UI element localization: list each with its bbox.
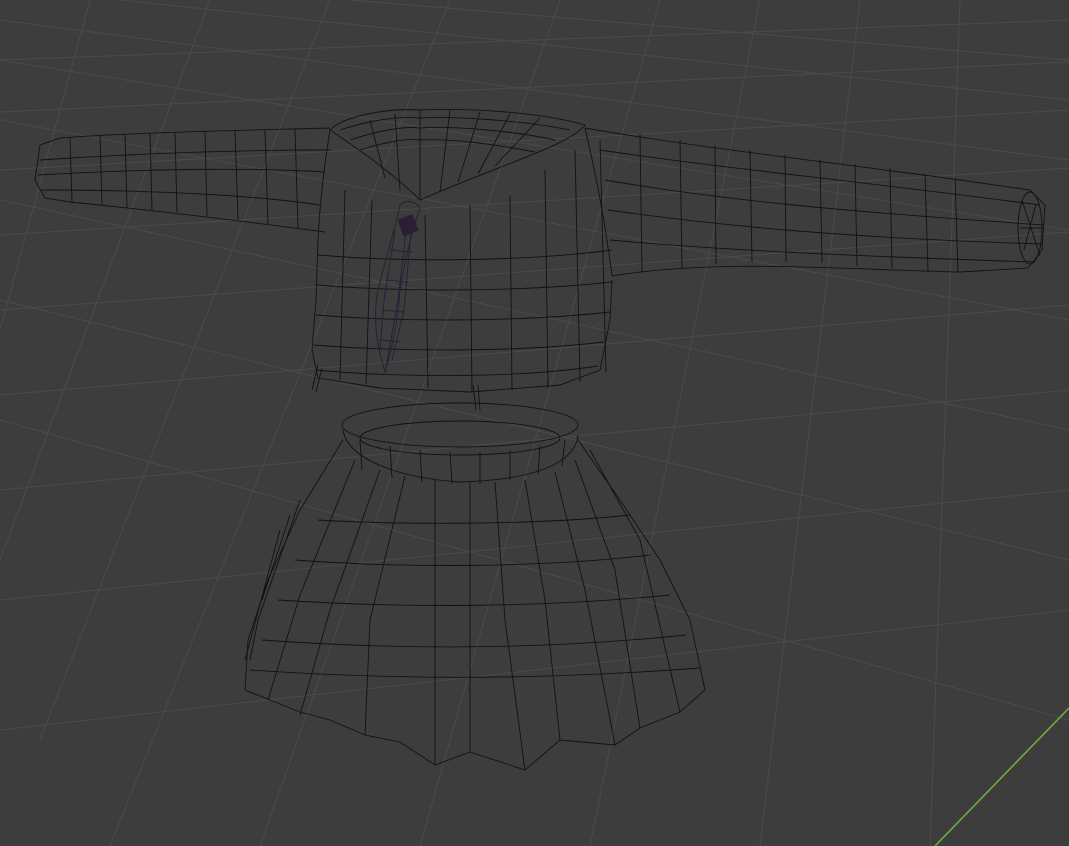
3d-viewport[interactable] xyxy=(0,0,1069,846)
pleated-skirt-mesh[interactable] xyxy=(244,402,706,771)
floor-grid xyxy=(0,0,1069,846)
neck-scarf-mesh[interactable] xyxy=(375,201,421,374)
y-axis-line xyxy=(934,707,1069,846)
viewport-canvas[interactable] xyxy=(0,0,1069,846)
